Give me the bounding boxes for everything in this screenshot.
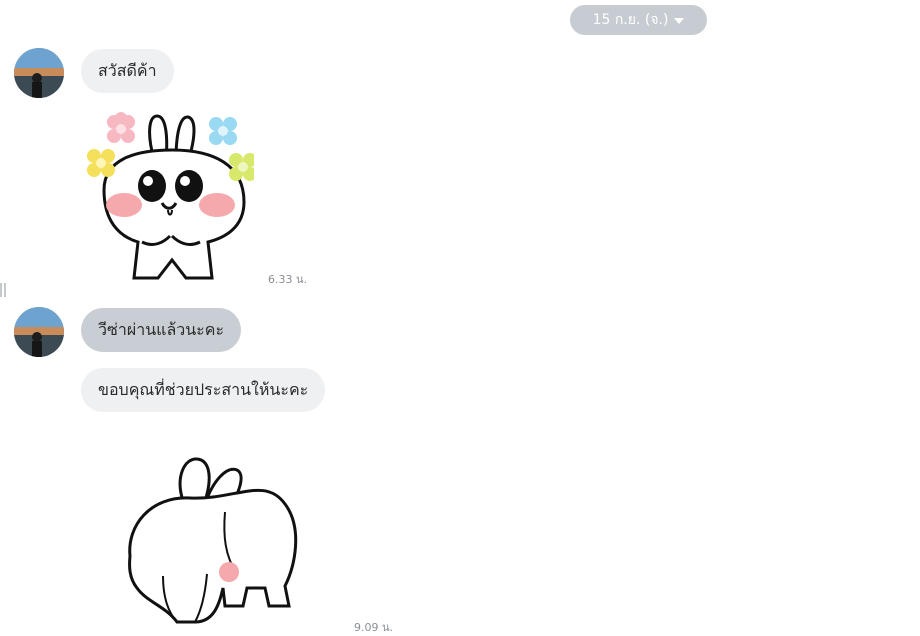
message-text: วีซ่าผ่านแล้วนะคะ [98,319,225,339]
message-bubble[interactable]: วีซ่าผ่านแล้วนะคะ [81,308,242,352]
sender-avatar[interactable] [14,307,64,357]
bunny-flowers-sticker[interactable] [84,110,254,282]
message-bubble[interactable]: สวัสดีค้า [81,49,174,93]
message-timestamp: 9.09 น. [354,621,394,634]
chevron-down-icon [674,18,685,24]
scroll-marker [0,283,6,297]
sender-avatar[interactable] [14,48,64,98]
message-text: ขอบคุณที่ช่วยประสานให้นะคะ [98,379,309,399]
message-timestamp: 6.33 น. [268,273,308,286]
date-label: 15 ก.ย. (จ.) [592,12,669,28]
message-text: สวัสดีค้า [98,60,157,80]
date-selector[interactable]: 15 ก.ย. (จ.) [570,5,707,35]
bunny-bowing-sticker[interactable] [125,456,300,626]
message-bubble[interactable]: ขอบคุณที่ช่วยประสานให้นะคะ [81,368,326,412]
